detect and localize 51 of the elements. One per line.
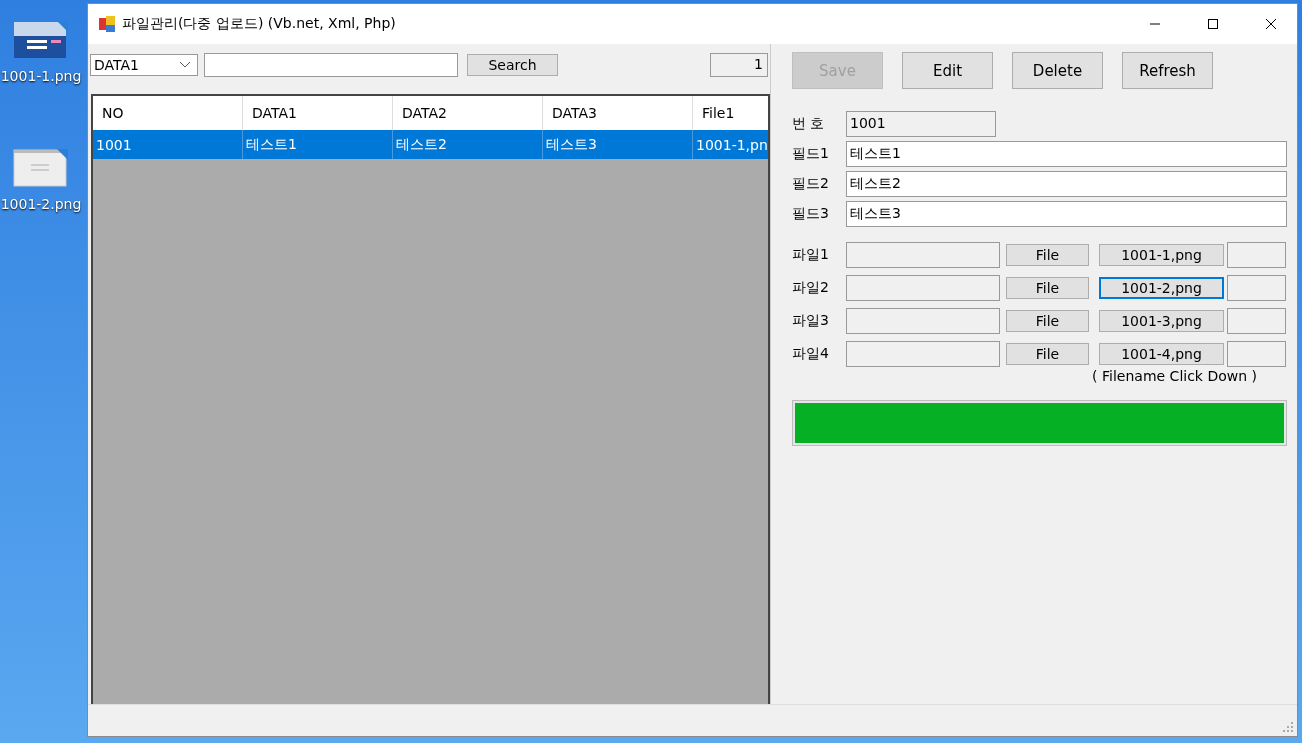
file-path-field[interactable] (846, 308, 1000, 334)
filename-button[interactable]: 1001-4,png (1099, 343, 1224, 365)
file-path-field[interactable] (846, 341, 1000, 367)
number-field[interactable]: 1001 (846, 111, 996, 137)
action-button[interactable]: Delete (1012, 52, 1103, 89)
table-cell: 1001 (93, 130, 243, 159)
window-thumbnail-icon[interactable] (13, 148, 69, 190)
table-row[interactable]: 1001 테스트1 테스트2 테스트3 1001-1,pn (93, 130, 768, 159)
file-path-field[interactable] (846, 242, 1000, 268)
file-status-field (1227, 308, 1286, 334)
file-status-field (1227, 275, 1286, 301)
file-status-field (1227, 341, 1286, 367)
file-label: 파일1 (792, 246, 830, 264)
window-title: 파일관리(다중 업로드) (Vb.net, Xml, Php) (122, 15, 396, 33)
text-field[interactable]: 테스트1 (846, 141, 1287, 167)
record-count: 1 (710, 53, 768, 77)
field-label: 필드1 (792, 145, 830, 163)
filename-button[interactable]: 1001-2,png (1099, 277, 1224, 299)
text-field[interactable]: 테스트2 (846, 171, 1287, 197)
browse-button[interactable]: File (1006, 310, 1089, 332)
field-label: 필드2 (792, 175, 830, 193)
action-button[interactable]: Refresh (1122, 52, 1213, 89)
table-cell: 테스트2 (393, 130, 543, 159)
app-icon (98, 15, 116, 33)
file-label: 파일2 (792, 279, 830, 297)
search-button[interactable]: Search (467, 54, 558, 76)
table-cell: 테스트3 (543, 130, 693, 159)
table-cell: 1001-1,pn (693, 130, 768, 159)
browse-button[interactable]: File (1006, 277, 1089, 299)
table-cell: 테스트1 (243, 130, 393, 159)
file-path-field[interactable] (846, 275, 1000, 301)
filename-button[interactable]: 1001-3,png (1099, 310, 1224, 332)
resize-grip-icon[interactable] (1282, 721, 1294, 733)
maximize-icon[interactable] (1207, 18, 1219, 30)
filename-button[interactable]: 1001-1,png (1099, 244, 1224, 266)
hint-text: ( Filename Click Down ) (1092, 368, 1257, 384)
browse-button[interactable]: File (1006, 244, 1089, 266)
field-dropdown[interactable]: DATA1 (90, 54, 198, 76)
browse-button[interactable]: File (1006, 343, 1089, 365)
search-field[interactable] (204, 53, 458, 77)
field-label: 필드3 (792, 205, 830, 223)
action-button[interactable]: Edit (902, 52, 993, 89)
file-label: 파일4 (792, 345, 830, 363)
close-icon[interactable] (1265, 18, 1277, 30)
file-name[interactable]: 1001-2.png (0, 196, 82, 212)
chevron-down-icon (179, 61, 191, 69)
file-status-field (1227, 242, 1286, 268)
text-field[interactable]: 테스트3 (846, 201, 1287, 227)
file-label: 파일3 (792, 312, 830, 330)
field-label: 번 호 (792, 115, 826, 133)
file-name[interactable]: 1001-1.png (0, 68, 82, 84)
